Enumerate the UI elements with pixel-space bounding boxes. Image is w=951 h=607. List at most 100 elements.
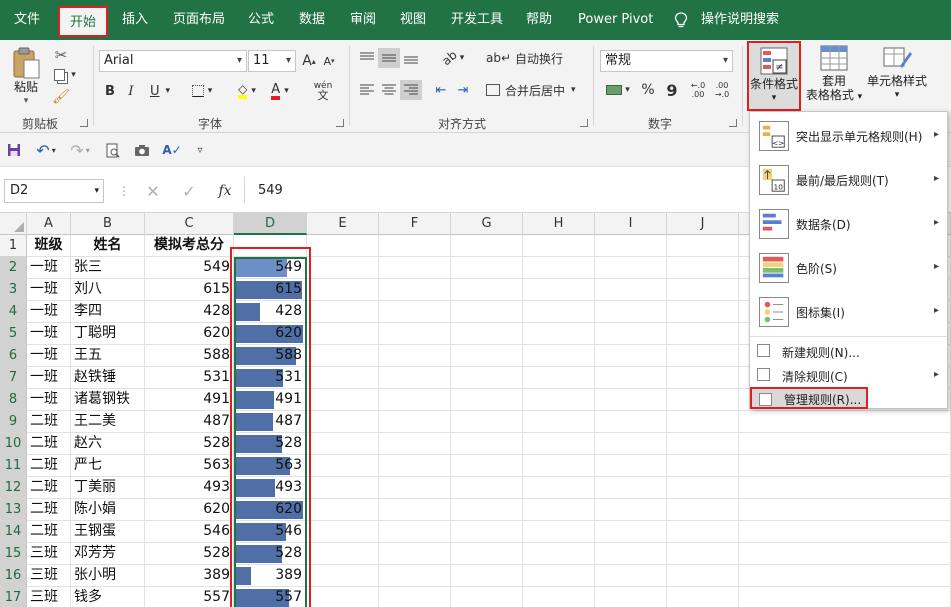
table-row-class[interactable]: 一班	[27, 367, 71, 389]
column-header-g[interactable]: G	[451, 213, 523, 235]
cell[interactable]	[307, 323, 379, 345]
align-top-button[interactable]	[356, 48, 378, 68]
spelling-button[interactable]: A✓	[162, 141, 182, 159]
cell[interactable]	[595, 433, 667, 455]
table-row-class[interactable]: 三班	[27, 543, 71, 565]
table-row-class[interactable]: 三班	[27, 565, 71, 587]
menu-item-databars[interactable]: 数据条(D) ▸	[750, 204, 947, 244]
data-bar-cell[interactable]: 491	[234, 389, 307, 411]
cell[interactable]	[451, 279, 523, 301]
table-row-score[interactable]: 549	[145, 257, 234, 279]
cell[interactable]	[667, 367, 739, 389]
dialog-launcher-icon[interactable]	[580, 119, 588, 127]
cell[interactable]	[451, 411, 523, 433]
cell[interactable]	[523, 389, 595, 411]
cell[interactable]	[523, 235, 595, 257]
cell[interactable]	[451, 543, 523, 565]
cell[interactable]	[667, 345, 739, 367]
cell[interactable]	[595, 455, 667, 477]
cell[interactable]	[523, 455, 595, 477]
comma-style-button[interactable]: 9	[662, 80, 682, 100]
cell[interactable]	[667, 279, 739, 301]
row-header[interactable]: 17	[0, 587, 27, 607]
align-left-button[interactable]	[356, 80, 378, 100]
data-bar-cell[interactable]: 563	[234, 455, 307, 477]
cell[interactable]	[307, 279, 379, 301]
cell[interactable]	[379, 455, 451, 477]
data-bar-cell[interactable]: 557	[234, 587, 307, 607]
cell[interactable]	[595, 565, 667, 587]
cell[interactable]	[739, 433, 951, 455]
cell[interactable]	[667, 433, 739, 455]
cell[interactable]	[307, 433, 379, 455]
formula-input[interactable]: 549	[258, 181, 283, 201]
data-bar-cell[interactable]: 588	[234, 345, 307, 367]
cell[interactable]	[379, 389, 451, 411]
camera-button[interactable]	[132, 141, 152, 159]
cell[interactable]	[667, 521, 739, 543]
cell[interactable]	[739, 565, 951, 587]
table-row-score[interactable]: 428	[145, 301, 234, 323]
cell[interactable]	[595, 323, 667, 345]
cell[interactable]	[667, 477, 739, 499]
cell[interactable]	[667, 323, 739, 345]
cell[interactable]	[379, 367, 451, 389]
data-bar-cell[interactable]: 487	[234, 411, 307, 433]
table-row-score[interactable]: 563	[145, 455, 234, 477]
row-header[interactable]: 3	[0, 279, 27, 301]
cell[interactable]	[451, 301, 523, 323]
cell[interactable]	[451, 323, 523, 345]
table-row-score[interactable]: 493	[145, 477, 234, 499]
cell[interactable]	[451, 587, 523, 607]
cell[interactable]	[451, 345, 523, 367]
cell[interactable]	[307, 587, 379, 607]
name-box[interactable]: D2 ▾	[4, 179, 104, 203]
menu-item-rule-1[interactable]: 清除规则(C) ▸	[750, 364, 947, 386]
cell[interactable]	[739, 587, 951, 607]
table-row-name[interactable]: 严七	[71, 455, 145, 477]
tab-0[interactable]: 文件	[14, 0, 40, 40]
number-format-select[interactable]: 常规 ▾	[600, 50, 733, 72]
cell[interactable]	[451, 521, 523, 543]
cell[interactable]	[739, 411, 951, 433]
grow-font-button[interactable]: A ▴	[300, 50, 318, 72]
table-row-class[interactable]: 一班	[27, 257, 71, 279]
table-row-name[interactable]: 丁聪明	[71, 323, 145, 345]
tab-8[interactable]: 开发工具	[451, 0, 503, 40]
row-header[interactable]: 6	[0, 345, 27, 367]
cell[interactable]	[379, 565, 451, 587]
row-header[interactable]: 13	[0, 499, 27, 521]
cell[interactable]	[667, 565, 739, 587]
cell[interactable]	[307, 455, 379, 477]
orientation-button[interactable]: ab ▾	[438, 48, 468, 68]
underline-button[interactable]: U ▾	[145, 80, 175, 102]
table-row-score[interactable]: 615	[145, 279, 234, 301]
table-row-score[interactable]: 588	[145, 345, 234, 367]
borders-button[interactable]: ▾	[186, 80, 218, 102]
cell[interactable]	[523, 477, 595, 499]
tab-1[interactable]: 开始	[58, 6, 108, 37]
tab-5[interactable]: 数据	[299, 0, 325, 40]
italic-button[interactable]: I	[123, 80, 139, 102]
data-bar-cell[interactable]: 428	[234, 301, 307, 323]
table-row-class[interactable]: 二班	[27, 433, 71, 455]
row-header[interactable]: 7	[0, 367, 27, 389]
wrap-text-button[interactable]: ab↵ 自动换行	[486, 48, 566, 68]
cell[interactable]	[523, 521, 595, 543]
cell[interactable]	[739, 521, 951, 543]
cell[interactable]	[667, 235, 739, 257]
cancel-button[interactable]: ✕	[142, 181, 164, 201]
table-row-score[interactable]: 528	[145, 433, 234, 455]
cell[interactable]	[379, 411, 451, 433]
cell-styles-button[interactable]: 单元格样式 ▾	[864, 44, 930, 110]
format-as-table-button[interactable]: 套用 表格格式 ▾	[803, 44, 865, 110]
data-bar-cell[interactable]: 528	[234, 433, 307, 455]
undo-button[interactable]: ↶ ▾	[32, 141, 60, 160]
row-header[interactable]: 14	[0, 521, 27, 543]
cell[interactable]	[379, 235, 451, 257]
tab-3[interactable]: 页面布局	[173, 0, 225, 40]
header-cell-d[interactable]	[234, 235, 307, 257]
increase-indent-button[interactable]: ⇥	[452, 80, 474, 100]
row-header[interactable]: 11	[0, 455, 27, 477]
row-header[interactable]: 9	[0, 411, 27, 433]
